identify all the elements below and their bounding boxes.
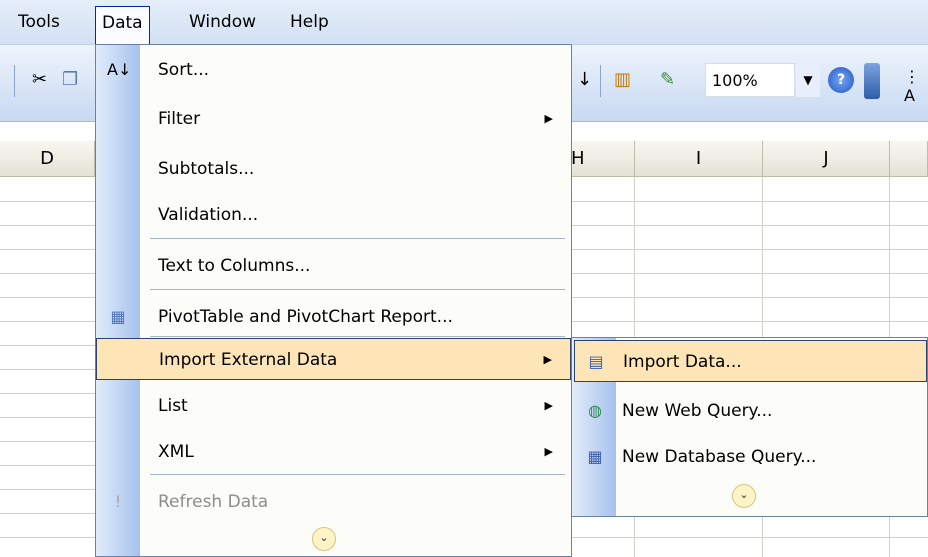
menu-item-label: Refresh Data <box>158 492 269 512</box>
help-icon[interactable]: ? <box>828 67 854 93</box>
menu-item-label: New Web Query... <box>622 401 773 421</box>
column-header-h[interactable]: H <box>571 141 635 177</box>
zoom-select[interactable]: 100% <box>705 63 795 97</box>
data-menu-dropdown: A↓ Sort... Filter ▶ Subtotals... Validat… <box>95 44 572 557</box>
cut-icon[interactable]: ✂ <box>32 69 47 90</box>
expand-menu-chevron-icon[interactable]: ⌄ <box>312 527 336 551</box>
menu-item-import-data[interactable]: ▤ Import Data... <box>574 340 927 382</box>
menu-separator <box>150 474 565 475</box>
menu-item-validation[interactable]: Validation... <box>96 194 571 236</box>
toolbar-options-icon[interactable] <box>864 63 880 99</box>
menu-item-label: Validation... <box>158 205 259 225</box>
expand-submenu-chevron-icon[interactable]: ⌄ <box>732 484 756 508</box>
menu-item-filter[interactable]: Filter ▶ <box>96 98 571 140</box>
submenu-arrow-icon: ▶ <box>544 399 553 412</box>
menu-item-label: PivotTable and PivotChart Report... <box>158 307 453 327</box>
menu-item-sort[interactable]: A↓ Sort... <box>96 49 571 91</box>
menu-item-label: Sort... <box>158 60 210 80</box>
import-external-data-submenu: ▤ Import Data... ◍ New Web Query... ▦ Ne… <box>571 337 928 517</box>
menu-item-label: Filter <box>158 109 201 129</box>
toolbar-truncated-text: A <box>904 86 915 105</box>
menu-item-label: Text to Columns... <box>158 256 311 276</box>
menu-window[interactable]: Window <box>183 6 262 38</box>
drawing-icon[interactable]: ✎ <box>660 69 675 90</box>
column-header-j[interactable]: J <box>763 141 890 177</box>
column-header-i[interactable]: I <box>635 141 763 177</box>
pivot-table-icon: ▦ <box>110 307 126 326</box>
sort-ascending-icon: A↓ <box>107 60 132 79</box>
menu-help[interactable]: Help <box>284 6 335 38</box>
menu-data[interactable]: Data <box>95 6 150 45</box>
menu-item-label: New Database Query... <box>622 447 817 467</box>
menu-item-import-external-data[interactable]: Import External Data ▶ <box>96 338 571 380</box>
menu-item-text-to-columns[interactable]: Text to Columns... <box>96 245 571 287</box>
menu-item-refresh-data: ! Refresh Data <box>96 481 571 523</box>
web-query-icon: ◍ <box>588 401 602 420</box>
menu-item-xml[interactable]: XML ▶ <box>96 431 571 473</box>
submenu-arrow-icon: ▶ <box>544 112 553 125</box>
toolbar-separator <box>14 65 15 97</box>
database-query-icon: ▦ <box>587 447 603 466</box>
import-data-icon: ▤ <box>588 352 604 371</box>
column-header-k[interactable] <box>890 141 928 177</box>
column-header-d[interactable]: D <box>0 141 95 177</box>
menu-item-label: List <box>158 396 188 416</box>
toolbar-truncated-label: ⋮ A <box>904 67 920 105</box>
menu-bar: Tools Data Window Help <box>0 0 928 45</box>
submenu-arrow-icon: ▶ <box>544 445 553 458</box>
menu-item-label: Import Data... <box>623 352 742 372</box>
menu-separator <box>150 336 565 337</box>
menu-item-new-database-query[interactable]: ▦ New Database Query... <box>574 436 927 478</box>
menu-item-new-web-query[interactable]: ◍ New Web Query... <box>574 390 927 432</box>
submenu-arrow-icon: ▶ <box>543 353 552 366</box>
copy-icon[interactable]: ❐ <box>62 69 78 90</box>
menu-item-label: XML <box>158 442 194 462</box>
refresh-icon: ! <box>114 492 122 511</box>
menu-separator <box>150 238 565 239</box>
menu-item-pivottable[interactable]: ▦ PivotTable and PivotChart Report... <box>96 296 571 338</box>
sort-descending-icon[interactable]: ↓ <box>577 69 592 90</box>
menu-item-subtotals[interactable]: Subtotals... <box>96 148 571 190</box>
menu-tools[interactable]: Tools <box>12 6 66 38</box>
menu-item-list[interactable]: List ▶ <box>96 385 571 427</box>
menu-item-label: Import External Data <box>159 350 338 370</box>
menu-separator <box>150 289 565 290</box>
menu-item-label: Subtotals... <box>158 159 255 179</box>
chart-wizard-icon[interactable]: ▥ <box>614 69 631 90</box>
toolbar-separator <box>600 65 601 97</box>
chevron-down-icon[interactable]: ▼ <box>796 63 820 97</box>
